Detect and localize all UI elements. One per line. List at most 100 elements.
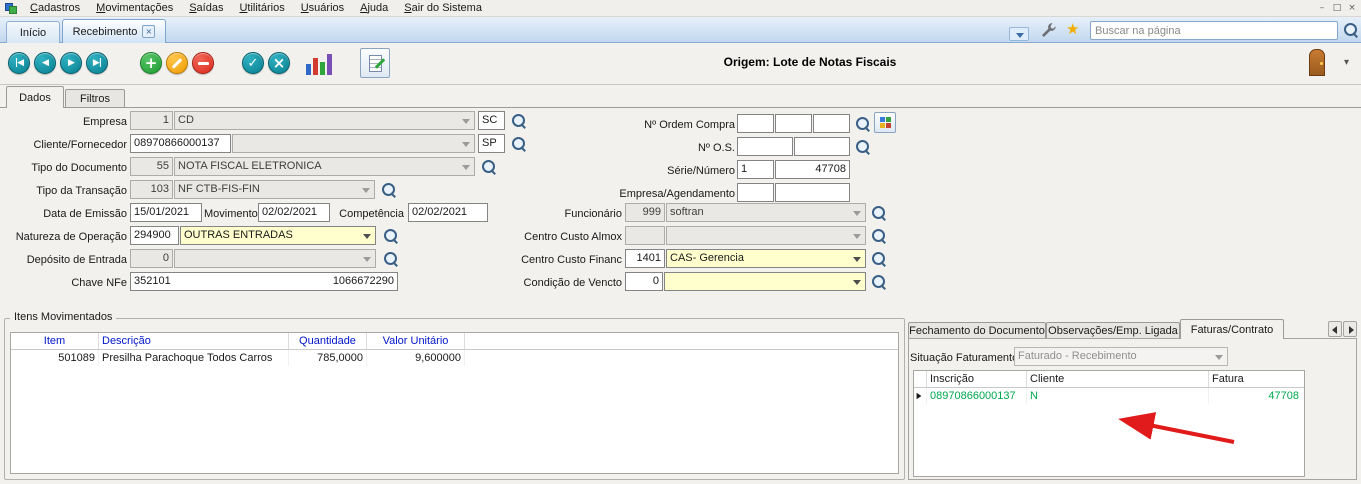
menu-item-saidas[interactable]: Saídas	[181, 0, 231, 17]
numero-field[interactable]: 47708	[775, 160, 850, 179]
empresa-lookup-icon[interactable]	[511, 113, 527, 129]
empresa-agendamento-field-2[interactable]	[775, 183, 850, 202]
cancel-button[interactable]: ×	[268, 52, 290, 74]
competencia-label: Competência	[336, 205, 404, 224]
tipo-transacao-code-field: 103	[130, 180, 173, 199]
cc-financ-lookup-icon[interactable]	[871, 251, 887, 267]
movimento-field[interactable]: 02/02/2021	[258, 203, 330, 222]
nav-first-button[interactable]: |◀	[8, 52, 30, 74]
chave-nfe-field[interactable]: 352101 1066672290	[130, 272, 398, 291]
menu-item-movimentacoes[interactable]: Movimentações	[88, 0, 181, 17]
confirm-button[interactable]: ✓	[242, 52, 264, 74]
os-field-1[interactable]	[737, 137, 793, 156]
minimize-button[interactable]: –	[1315, 2, 1329, 15]
menu-item-usuarios[interactable]: Usuários	[293, 0, 352, 17]
cond-vencto-label: Condição de Vencto	[500, 274, 622, 293]
tipo-documento-lookup-icon[interactable]	[481, 159, 497, 175]
favorites-star-icon[interactable]: ★	[1066, 20, 1079, 38]
tab-faturas-label: Faturas/Contrato	[1191, 324, 1274, 336]
menu-item-ajuda[interactable]: Ajuda	[352, 0, 396, 17]
last-record-icon: ▶|	[93, 58, 101, 68]
empresa-code-field: 1	[130, 111, 173, 130]
natureza-lookup-icon[interactable]	[383, 228, 399, 244]
exit-button[interactable]	[1306, 48, 1330, 78]
delete-button[interactable]	[192, 52, 214, 74]
itens-col-valor: Valor Unitário	[367, 333, 465, 349]
plus-icon: +	[145, 54, 158, 72]
pencil-icon	[172, 58, 183, 69]
menu-item-utilitarios[interactable]: Utilitários	[231, 0, 292, 17]
os-lookup-icon[interactable]	[855, 139, 871, 155]
deposito-lookup-icon[interactable]	[383, 251, 399, 267]
cond-vencto-combo[interactable]	[664, 272, 866, 291]
page-search-input[interactable]	[1090, 21, 1338, 40]
empresa-agendamento-field-1[interactable]	[737, 183, 774, 202]
faturas-col-inscricao: Inscrição	[927, 371, 1027, 387]
tipo-documento-combo: NOTA FISCAL ELETRONICA	[174, 157, 475, 176]
tabs-scroll-right-button[interactable]	[1343, 321, 1357, 337]
cc-almox-lookup-icon[interactable]	[871, 228, 887, 244]
annotation-arrow	[1108, 407, 1248, 449]
chave-nfe-start: 352101	[134, 273, 171, 290]
tab-filtros[interactable]: Filtros	[65, 89, 125, 107]
main-toolbar: |◀ ◀ ▶ ▶| + ✓ × Origem: Lote de Notas Fi…	[0, 43, 1361, 85]
wrench-icon[interactable]	[1040, 22, 1057, 39]
tab-dados[interactable]: Dados	[6, 86, 64, 108]
nav-last-button[interactable]: ▶|	[86, 52, 108, 74]
document-button[interactable]	[360, 48, 390, 78]
tab-close-icon[interactable]: ×	[142, 25, 155, 38]
cliente-label: Cliente/Fornecedor	[0, 136, 127, 155]
tab-faturas-contrato[interactable]: Faturas/Contrato	[1180, 319, 1284, 339]
menu-item-cadastros[interactable]: Cadastros	[22, 0, 88, 17]
tab-list-dropdown-button[interactable]	[1009, 27, 1029, 41]
funcionario-code-field: 999	[625, 203, 665, 222]
os-label: Nº O.S.	[595, 139, 735, 158]
data-emissao-field[interactable]: 15/01/2021	[130, 203, 202, 222]
empresa-agendamento-label: Empresa/Agendamento	[595, 185, 735, 204]
cond-vencto-code-field[interactable]: 0	[625, 272, 663, 291]
natureza-combo[interactable]: OUTRAS ENTRADAS	[180, 226, 376, 245]
cc-almox-combo	[666, 226, 866, 245]
faturas-row[interactable]: 08970866000137 N 47708	[914, 388, 1304, 404]
ordem-compra-field-3[interactable]	[813, 114, 850, 133]
empresa-uf-field[interactable]: SC	[478, 111, 505, 130]
os-field-2[interactable]	[794, 137, 850, 156]
cc-financ-code-field[interactable]: 1401	[625, 249, 665, 268]
tab-recebimento[interactable]: Recebimento ×	[62, 19, 166, 43]
chave-nfe-end: 1066672290	[333, 273, 394, 290]
nav-prev-button[interactable]: ◀	[34, 52, 56, 74]
cond-vencto-lookup-icon[interactable]	[871, 274, 887, 290]
toolbar-caret-icon[interactable]: ▾	[1344, 57, 1349, 68]
competencia-field[interactable]: 02/02/2021	[408, 203, 488, 222]
tipo-transacao-combo: NF CTB-FIS-FIN	[174, 180, 375, 199]
ordem-compra-field-1[interactable]	[737, 114, 774, 133]
ordem-compra-grid-button[interactable]	[874, 112, 896, 133]
tab-observacoes[interactable]: Observações/Emp. Ligada	[1046, 322, 1180, 338]
cc-financ-label: Centro Custo Financ	[500, 251, 622, 270]
cliente-code-field[interactable]: 08970866000137	[130, 134, 231, 153]
tipo-transacao-lookup-icon[interactable]	[381, 182, 397, 198]
cc-financ-combo[interactable]: CAS- Gerencia	[666, 249, 866, 268]
tab-inicio[interactable]: Início	[6, 21, 60, 43]
tab-fechamento-documento[interactable]: Fechamento do Documento	[908, 322, 1046, 338]
serie-field[interactable]: 1	[737, 160, 774, 179]
search-icon[interactable]	[1343, 22, 1359, 38]
nav-next-button[interactable]: ▶	[60, 52, 82, 74]
cliente-uf-field[interactable]: SP	[478, 134, 505, 153]
maximize-button[interactable]: □	[1330, 2, 1344, 15]
close-button[interactable]: ×	[1345, 2, 1359, 15]
bar-chart-icon	[306, 64, 311, 75]
ordem-compra-lookup-icon[interactable]	[855, 116, 871, 132]
cliente-lookup-icon[interactable]	[511, 136, 527, 152]
menu-item-sair[interactable]: Sair do Sistema	[396, 0, 490, 17]
tabs-scroll-left-button[interactable]	[1328, 321, 1342, 337]
natureza-code-field[interactable]: 294900	[130, 226, 179, 245]
chevron-down-icon	[1016, 33, 1024, 42]
itens-row[interactable]: 501089 Presilha Parachoque Todos Carros …	[11, 350, 898, 366]
edit-button[interactable]	[166, 52, 188, 74]
empresa-name-combo: CD	[174, 111, 475, 130]
ordem-compra-field-2[interactable]	[775, 114, 812, 133]
add-button[interactable]: +	[140, 52, 162, 74]
bar-chart-button[interactable]	[306, 51, 334, 75]
funcionario-lookup-icon[interactable]	[871, 205, 887, 221]
